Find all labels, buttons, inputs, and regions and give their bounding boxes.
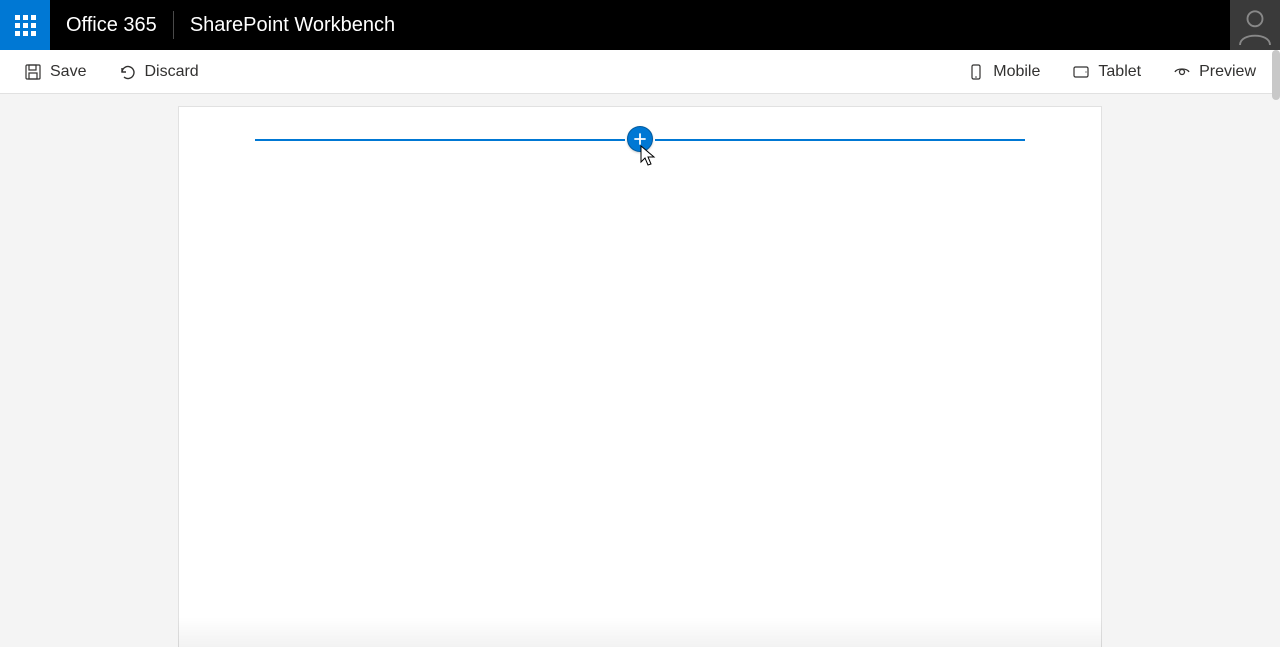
user-avatar[interactable]	[1230, 0, 1280, 50]
tablet-label: Tablet	[1098, 63, 1141, 81]
canvas-area	[0, 94, 1280, 647]
app-title: SharePoint Workbench	[174, 14, 411, 37]
discard-button[interactable]: Discard	[106, 57, 210, 87]
brand-label[interactable]: Office 365	[50, 14, 173, 37]
add-webpart-button[interactable]	[627, 126, 653, 152]
mobile-button[interactable]: Mobile	[955, 57, 1052, 87]
command-bar: Save Discard Mobile	[0, 50, 1280, 94]
app-launcher-button[interactable]	[0, 0, 50, 50]
preview-button[interactable]: Preview	[1161, 57, 1268, 87]
discard-label: Discard	[144, 63, 198, 81]
waffle-icon	[15, 15, 36, 36]
save-icon	[24, 63, 42, 81]
section-divider	[255, 139, 1025, 141]
scrollbar[interactable]	[1272, 50, 1280, 100]
plus-icon	[633, 132, 647, 146]
tablet-button[interactable]: Tablet	[1060, 57, 1153, 87]
mobile-label: Mobile	[993, 63, 1040, 81]
preview-icon	[1173, 63, 1191, 81]
tablet-icon	[1072, 63, 1090, 81]
command-bar-left: Save Discard	[12, 57, 211, 87]
mobile-icon	[967, 63, 985, 81]
suite-bar: Office 365 SharePoint Workbench	[0, 0, 1280, 50]
command-bar-right: Mobile Tablet Preview	[955, 57, 1268, 87]
save-button[interactable]: Save	[12, 57, 98, 87]
save-label: Save	[50, 63, 86, 81]
undo-icon	[118, 63, 136, 81]
person-icon	[1235, 5, 1275, 45]
page-surface	[178, 106, 1102, 647]
preview-label: Preview	[1199, 63, 1256, 81]
